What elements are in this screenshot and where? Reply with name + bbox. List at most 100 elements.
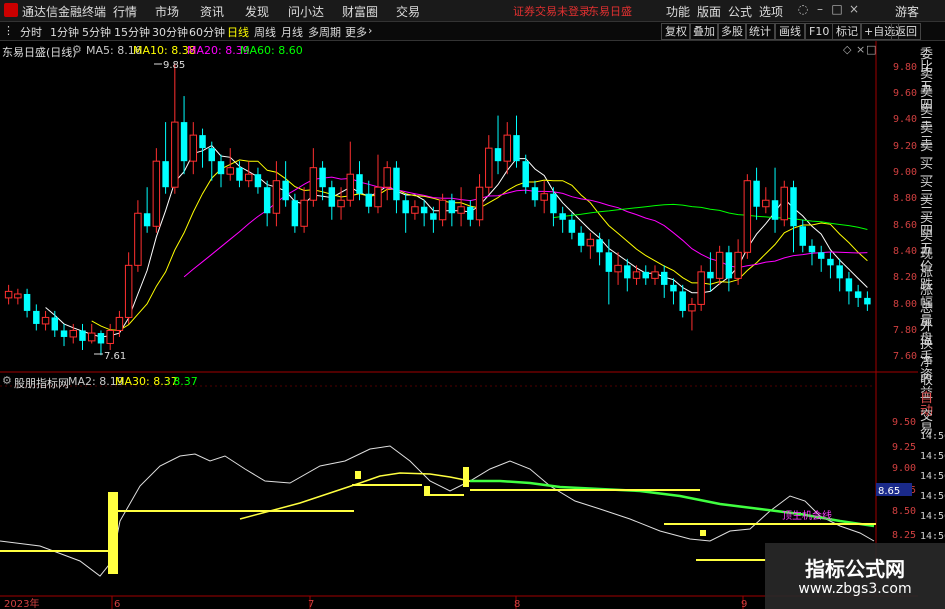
candle <box>33 310 40 324</box>
candle <box>162 161 169 188</box>
btn-f10[interactable]: F10 <box>805 23 834 40</box>
period-more[interactable]: 更多 <box>345 24 367 40</box>
candle <box>226 167 234 175</box>
candle <box>854 291 862 298</box>
candle <box>559 213 566 220</box>
menu-zixun[interactable]: 资讯 <box>200 3 224 20</box>
candle <box>632 271 641 279</box>
period-1min[interactable]: 1分钟 <box>50 24 79 40</box>
app-title: 通达信金融终端 <box>22 5 107 19</box>
candle <box>790 187 797 227</box>
candle <box>780 186 789 221</box>
signal-bar <box>355 471 361 479</box>
period-fenshi[interactable]: 分时 <box>20 24 42 40</box>
minimize-icon[interactable]: – <box>812 2 828 18</box>
login-warning[interactable]: 证券交易未登录 <box>513 3 590 19</box>
btn-duogu[interactable]: 多股 <box>717 23 747 40</box>
diamond-icon[interactable]: ◇ <box>843 43 851 56</box>
y-tick: 9.80 <box>893 62 917 73</box>
candle <box>23 293 31 311</box>
more-chevron-icon[interactable]: › <box>368 24 372 37</box>
x-tick: 8 <box>514 599 520 609</box>
candle <box>614 264 622 273</box>
main-chart-title: 东易日盛(日线) <box>2 46 77 59</box>
menu-gongneng[interactable]: 功能 <box>666 3 690 20</box>
maximize-icon[interactable]: □ <box>829 2 845 18</box>
candle <box>771 200 779 220</box>
period-30min[interactable]: 30分钟 <box>152 24 188 40</box>
candle <box>282 180 289 201</box>
candle <box>365 193 372 207</box>
signal-bar <box>108 492 118 574</box>
menu-banmian[interactable]: 版面 <box>697 3 721 20</box>
menu-shichang[interactable]: 市场 <box>155 3 179 20</box>
indicator-settings-icon[interactable]: ⚙ <box>2 374 12 387</box>
menu-gongshi[interactable]: 公式 <box>728 3 752 20</box>
menu-jiaoyi[interactable]: 交易 <box>396 3 420 20</box>
signal-hline <box>696 559 766 561</box>
user-label[interactable]: 游客 <box>895 3 919 20</box>
candle <box>679 291 686 311</box>
y-tick: 9.25 <box>892 442 916 453</box>
tick-time: 14:56 <box>920 451 945 462</box>
period-daily[interactable]: 日线 <box>227 24 249 40</box>
toolbar-grid-icon[interactable]: ⋮ <box>3 24 14 37</box>
btn-huaxian[interactable]: 画线 <box>775 23 805 40</box>
candle <box>199 135 206 149</box>
y-tick: 8.00 <box>893 299 917 310</box>
y-tick: 7.60 <box>893 351 917 362</box>
candle <box>374 186 382 208</box>
chart-close-icon[interactable]: × <box>856 43 865 56</box>
kline-chart[interactable]: 9.80 9.60 9.40 9.20 9.00 8.80 8.60 8.40 … <box>0 41 918 609</box>
period-5min[interactable]: 5分钟 <box>82 24 111 40</box>
candle <box>762 199 770 208</box>
y-tick: 8.25 <box>892 530 916 541</box>
btn-back[interactable]: 返回 <box>891 23 921 40</box>
chart-maximize-icon[interactable]: □ <box>866 43 876 56</box>
candle <box>596 239 603 253</box>
candle <box>14 293 22 299</box>
candle <box>845 278 853 292</box>
period-weekly[interactable]: 周线 <box>254 24 276 40</box>
candle <box>827 258 834 266</box>
menu-faxian[interactable]: 发现 <box>245 3 269 20</box>
period-60min[interactable]: 60分钟 <box>189 24 225 40</box>
candle <box>236 167 243 181</box>
btn-tongji[interactable]: 统计 <box>745 23 775 40</box>
candle <box>79 330 86 341</box>
period-multi[interactable]: 多周期 <box>308 24 341 40</box>
candle <box>337 199 345 208</box>
indicator-y-axis: 9.50 9.25 9.00 8.75 8.50 8.25 <box>892 417 916 541</box>
candle <box>651 271 659 279</box>
menu-hangqing[interactable]: 行情 <box>113 3 137 20</box>
y-tick: 9.00 <box>892 463 916 474</box>
period-monthly[interactable]: 月线 <box>281 24 303 40</box>
y-tick: 9.60 <box>893 88 917 99</box>
btn-fuquan[interactable]: 复权 <box>661 23 691 40</box>
candle <box>171 121 179 188</box>
candle <box>642 271 649 279</box>
btn-diejia[interactable]: 叠加 <box>689 23 719 40</box>
menu-caifuquan[interactable]: 财富圈 <box>342 3 378 20</box>
settings-icon[interactable]: ⚙ <box>72 43 82 56</box>
close-icon[interactable]: × <box>846 2 862 18</box>
candle <box>60 330 68 337</box>
candle <box>707 271 714 279</box>
btn-biaoji[interactable]: 标记 <box>832 23 862 40</box>
period-15min[interactable]: 15分钟 <box>114 24 150 40</box>
candle <box>475 186 484 221</box>
tick-time: 14:56 <box>920 531 945 542</box>
signal-hline <box>352 484 422 486</box>
signal-hline <box>0 550 108 552</box>
x-tick: 7 <box>308 599 314 609</box>
chat-icon[interactable]: ◌ <box>795 2 811 18</box>
menu-wenxiaoda[interactable]: 问小达 <box>288 3 324 20</box>
candle <box>4 290 13 299</box>
signal-bar <box>700 530 706 536</box>
candle <box>568 219 576 233</box>
y-tick: 9.20 <box>893 141 917 152</box>
candle <box>263 187 271 214</box>
candle <box>540 193 548 201</box>
menu-xuanxiang[interactable]: 选项 <box>759 3 783 20</box>
candle <box>411 206 419 214</box>
